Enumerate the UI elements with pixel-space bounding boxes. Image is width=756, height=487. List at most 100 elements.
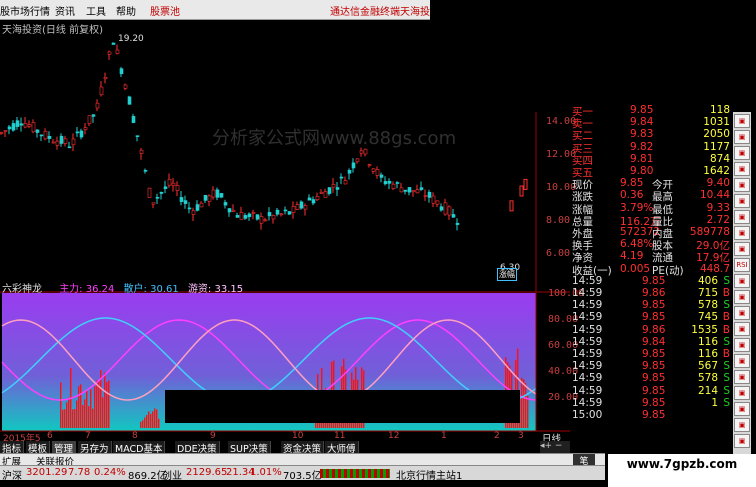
tick-row: 14:59 9.85 578 S bbox=[570, 372, 732, 384]
tick-time: 14:59 bbox=[572, 396, 603, 409]
stat-value: 9.85 bbox=[620, 177, 644, 190]
candle-body bbox=[179, 197, 184, 202]
broker-link[interactable]: 通达信金融终端 bbox=[330, 3, 400, 18]
toolbar-button-icon[interactable]: RSI bbox=[734, 258, 750, 272]
bottom-tab[interactable]: 模板 bbox=[26, 441, 51, 455]
order-row: 买一 9.85 118 bbox=[570, 104, 732, 118]
toolbar-button-icon[interactable]: ▣ bbox=[734, 290, 750, 304]
candle-body bbox=[235, 215, 240, 218]
bottom-tab[interactable]: 管理 bbox=[52, 441, 77, 455]
indicator-bar bbox=[527, 395, 529, 428]
candle-body bbox=[31, 122, 36, 133]
indicator-bar bbox=[98, 380, 100, 428]
zoom-in-icon[interactable]: ◂+ − bbox=[540, 441, 562, 451]
tick-volume: 1 bbox=[711, 396, 718, 409]
bottom-tab[interactable]: 指标 bbox=[0, 441, 25, 455]
tick-row: 14:59 9.84 116 S bbox=[570, 336, 732, 348]
toolbar-button-icon[interactable]: ▣ bbox=[734, 322, 750, 336]
toolbar-button-icon[interactable]: ▣ bbox=[734, 130, 750, 144]
candle-body bbox=[219, 193, 224, 198]
index1-amount: 869.2亿 bbox=[128, 471, 167, 482]
server-name[interactable]: 北京行情主站1 bbox=[396, 467, 462, 482]
tick-time: 14:59 bbox=[572, 311, 603, 324]
toolbar-button-icon[interactable]: ▣ bbox=[734, 242, 750, 256]
tick-tab[interactable]: 笔 bbox=[573, 454, 595, 467]
candle-body bbox=[175, 185, 180, 191]
quote-panel: 买一 9.85 118 卖一 9.84 1031 买二 9.83 2050 买三 9.82 1177 买… bbox=[570, 104, 732, 454]
toolbar-button-icon[interactable]: ▣ bbox=[734, 274, 750, 288]
menu-market[interactable]: 股市场行情 bbox=[0, 3, 50, 18]
toolbar-button-icon[interactable]: ▣ bbox=[734, 162, 750, 176]
toolbar-button-icon[interactable]: ▣ bbox=[734, 402, 750, 416]
tick-row: 14:59 9.85 116 B bbox=[570, 348, 732, 360]
menu-stock-pool[interactable]: 股票池 bbox=[150, 3, 180, 18]
candle-body bbox=[431, 195, 436, 204]
tick-side: S bbox=[723, 372, 730, 385]
candle-body bbox=[0, 132, 4, 134]
toolbar-button-icon[interactable]: ▣ bbox=[734, 306, 750, 320]
stat-value: 2.72 bbox=[706, 213, 730, 226]
candle-body bbox=[403, 189, 408, 192]
stat-row: 现价 9.85 今开 9.40 bbox=[570, 177, 732, 191]
tick-volume: 1535 bbox=[691, 323, 718, 336]
toolbar-button-icon[interactable]: ▣ bbox=[734, 146, 750, 160]
tick-price: 9.85 bbox=[642, 299, 666, 312]
candle-body bbox=[383, 181, 388, 185]
candle-body bbox=[319, 192, 324, 194]
toolbar-button-icon[interactable]: ▣ bbox=[734, 354, 750, 368]
order-row: 买二 9.83 2050 bbox=[570, 128, 732, 142]
menu-news[interactable]: 资讯 bbox=[55, 3, 75, 18]
order-row: 买五 9.80 1642 bbox=[570, 165, 732, 179]
candle-body bbox=[327, 187, 332, 194]
candle-body bbox=[419, 187, 424, 190]
tick-volume: 578 bbox=[697, 372, 718, 385]
tick-volume: 406 bbox=[697, 274, 718, 287]
toolbar-button-icon[interactable]: ▣ bbox=[734, 386, 750, 400]
candle-body bbox=[355, 158, 360, 162]
candle-body bbox=[59, 135, 64, 144]
candle-body bbox=[407, 187, 412, 193]
tick-row: 14:59 9.86 1535 B bbox=[570, 324, 732, 336]
zoom-controls[interactable]: ◂+ − bbox=[540, 441, 570, 453]
bid-price: 9.85 bbox=[630, 104, 654, 116]
candle-body bbox=[359, 150, 364, 154]
toolbar-button-icon[interactable]: ▣ bbox=[734, 370, 750, 384]
toolbar-button-icon[interactable]: ▣ bbox=[734, 210, 750, 224]
toolbar-button-icon[interactable]: ▣ bbox=[734, 194, 750, 208]
candle-body bbox=[387, 180, 392, 184]
tick-side: S bbox=[723, 396, 730, 409]
tick-time: 14:59 bbox=[572, 299, 603, 312]
menu-tools[interactable]: 工具 bbox=[86, 3, 106, 18]
bottom-tab[interactable]: 另存为 bbox=[78, 441, 112, 455]
bottom-tab[interactable]: MACD基本 bbox=[113, 441, 166, 455]
bid-price: 9.82 bbox=[630, 140, 654, 153]
candle-body bbox=[347, 170, 352, 174]
bottom-tab[interactable]: 大师傅 bbox=[325, 441, 359, 455]
bid-price: 9.81 bbox=[630, 152, 654, 165]
candle-body bbox=[371, 168, 376, 172]
bottom-tab[interactable]: DDE决策 bbox=[175, 441, 220, 455]
menu-help[interactable]: 帮助 bbox=[116, 3, 136, 18]
kline-chart[interactable] bbox=[0, 30, 570, 450]
candle-body bbox=[239, 212, 244, 220]
tick-row: 14:59 9.85 406 S bbox=[570, 275, 732, 287]
candle-body bbox=[75, 131, 80, 134]
tick-volume: 715 bbox=[697, 287, 718, 299]
speculator-value: 游资: 33.15 bbox=[187, 284, 244, 295]
indicator-bar bbox=[86, 390, 88, 428]
candle-body bbox=[455, 222, 460, 225]
candle-body bbox=[115, 49, 120, 54]
toolbar-button-icon[interactable]: ▣ bbox=[734, 338, 750, 352]
stat-row: 涨跌 0.36 最高 10.44 bbox=[570, 189, 732, 203]
toolbar-button-icon[interactable]: ▣ bbox=[734, 434, 750, 448]
candle-body bbox=[15, 120, 20, 127]
toolbar-button-icon[interactable]: ▣ bbox=[734, 178, 750, 192]
candle-body bbox=[415, 189, 420, 194]
bottom-tab[interactable]: SUP决策 bbox=[228, 441, 271, 455]
toolbar-button-icon[interactable]: ▣ bbox=[734, 114, 750, 128]
toolbar-button-icon[interactable]: ▣ bbox=[734, 418, 750, 432]
brand-link[interactable]: 天海投 bbox=[400, 3, 430, 18]
toolbar-button-icon[interactable]: ▣ bbox=[734, 226, 750, 240]
bottom-tab[interactable]: 资金决策 bbox=[281, 441, 325, 455]
indicator-name[interactable]: 六彩神龙 bbox=[2, 284, 42, 295]
